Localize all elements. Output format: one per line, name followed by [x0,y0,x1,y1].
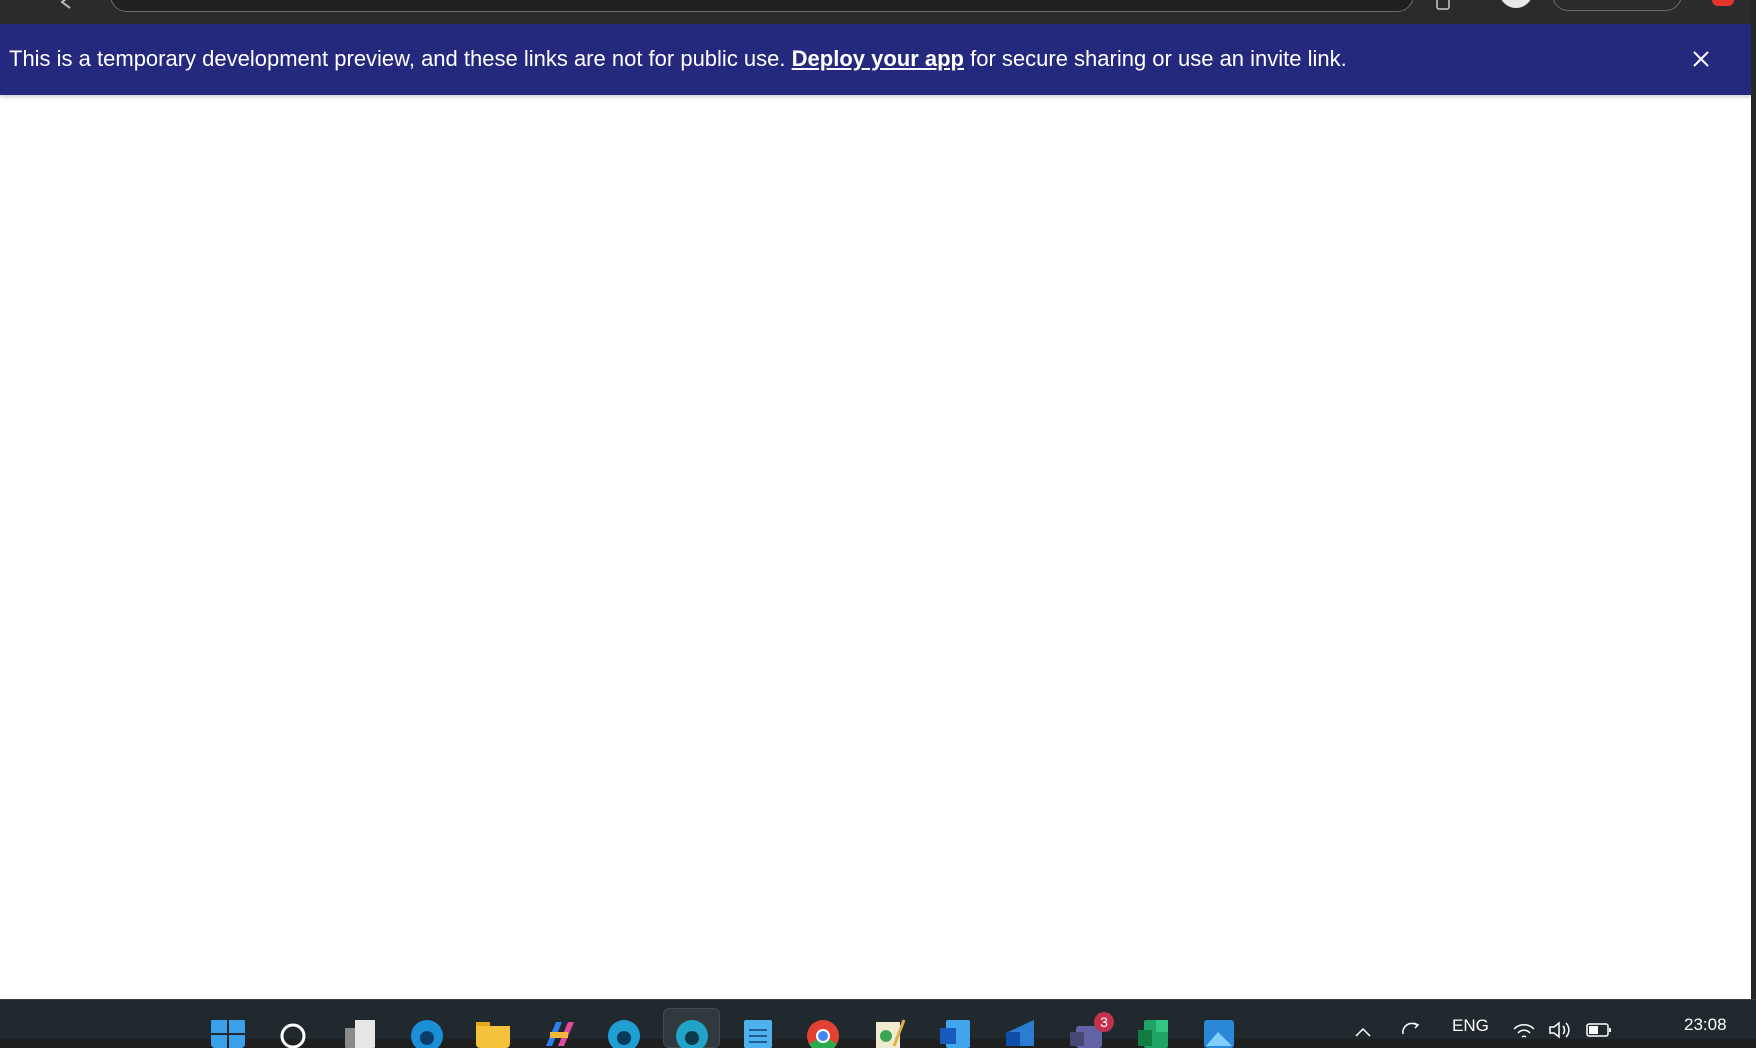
edge-icon[interactable] [410,1018,444,1048]
browser-toolbar [0,0,1756,24]
search-icon[interactable] [276,1018,310,1048]
chevron-up-icon[interactable] [1354,1024,1372,1038]
extension-red-icon[interactable] [1712,0,1734,6]
copilot-icon[interactable] [542,1018,576,1048]
edge-dev-icon[interactable] [675,1018,709,1048]
language-indicator[interactable]: ENG [1452,1016,1489,1036]
chrome-icon[interactable] [806,1018,840,1048]
outlook-icon[interactable] [1004,1018,1038,1048]
sync-icon[interactable] [1400,1020,1422,1038]
photos-icon[interactable] [1202,1018,1236,1048]
taskbar: 3 ENG 23:08 [0,999,1756,1048]
back-icon[interactable] [56,0,76,12]
volume-icon[interactable] [1548,1021,1572,1039]
toolbar-pill-button[interactable] [1552,0,1682,11]
banner-text-before: This is a temporary development preview,… [9,46,786,71]
battery-icon[interactable] [1586,1022,1612,1038]
windows-start-icon[interactable] [211,1018,245,1048]
close-icon[interactable] [1689,47,1713,71]
paint-icon[interactable] [872,1018,906,1048]
excel-icon[interactable] [1136,1018,1170,1048]
banner-message: This is a temporary development preview,… [9,45,1347,73]
address-bar[interactable] [110,0,1414,12]
extensions-icon[interactable] [1434,0,1452,12]
word-icon[interactable] [938,1018,972,1048]
window-edge [1751,0,1756,1000]
profile-icon[interactable] [1499,0,1533,8]
task-view-icon[interactable] [343,1018,377,1048]
deploy-app-link[interactable]: Deploy your app [792,46,964,71]
clock[interactable]: 23:08 [1684,1015,1727,1035]
address-text [141,0,1383,3]
edge-beta-icon[interactable] [607,1018,641,1048]
notepad-icon[interactable] [741,1018,775,1048]
banner-text-after: for secure sharing or use an invite link… [964,46,1347,71]
page-viewport: This is a temporary development preview,… [0,24,1751,999]
dev-preview-banner: This is a temporary development preview,… [0,24,1751,95]
file-explorer-icon[interactable] [476,1018,510,1048]
wifi-icon[interactable] [1512,1021,1536,1039]
teams-notification-badge: 3 [1094,1012,1114,1032]
